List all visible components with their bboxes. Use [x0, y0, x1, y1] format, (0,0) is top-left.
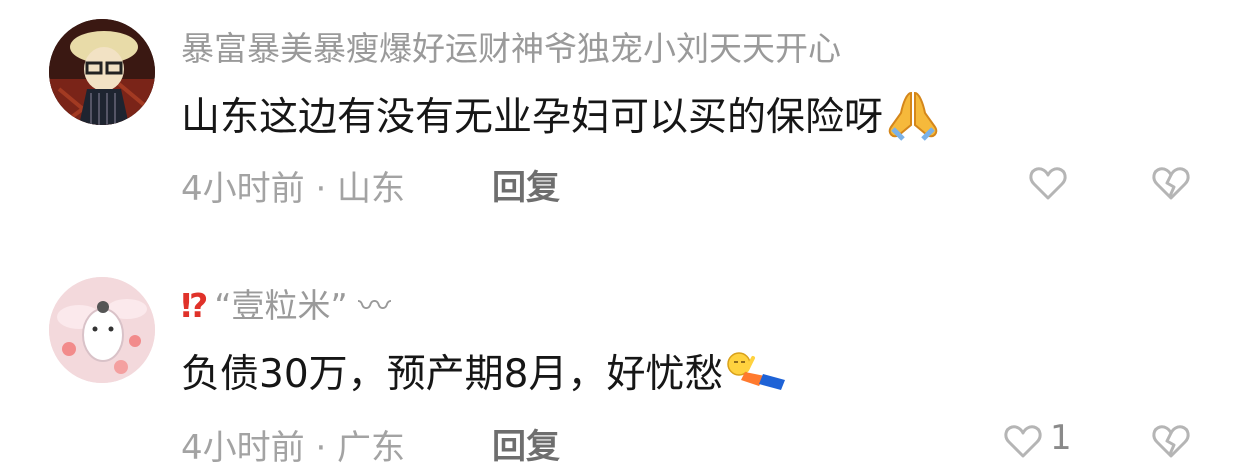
reply-button[interactable]: 回复 [492, 160, 560, 209]
reply-button[interactable]: 回复 [492, 419, 560, 468]
lying-down-emoji-icon [725, 350, 789, 404]
username[interactable]: 暴富暴美暴瘦爆好运财神爷独宠小刘天天开心 [181, 22, 841, 70]
comment-item: ⁉ “壹粒米” 〰 负债30万，预产期8月，好忧愁 4小时前 · 广东 回复 1 [0, 258, 1242, 468]
username-text: “壹粒米” 〰 [214, 286, 392, 325]
username[interactable]: ⁉ “壹粒米” 〰 [181, 279, 391, 327]
like-count: 1 [1050, 418, 1072, 458]
avatar[interactable] [49, 277, 155, 383]
comment-item: 暴富暴美暴瘦爆好运财神爷独宠小刘天天开心 山东这边有没有无业孕妇可以买的保险呀 … [0, 0, 1242, 209]
exclamation-question-icon: ⁉ [181, 286, 209, 325]
comment-text: 负债30万，预产期8月，好忧愁 [181, 343, 789, 404]
comment-text: 山东这边有没有无业孕妇可以买的保险呀 [181, 86, 941, 151]
pray-emoji-icon [885, 89, 941, 151]
comment-text-body: 山东这边有没有无业孕妇可以买的保险呀 [181, 95, 884, 140]
broken-heart-icon[interactable] [1150, 163, 1192, 203]
timestamp-location: 4小时前 · 广东 [181, 428, 406, 468]
avatar[interactable] [49, 19, 155, 125]
broken-heart-icon[interactable] [1150, 421, 1192, 461]
timestamp-location: 4小时前 · 山东 [181, 169, 406, 209]
heart-outline-icon[interactable] [1028, 163, 1068, 203]
comment-text-body: 负债30万，预产期8月，好忧愁 [181, 352, 724, 397]
heart-outline-icon[interactable] [1003, 421, 1043, 461]
